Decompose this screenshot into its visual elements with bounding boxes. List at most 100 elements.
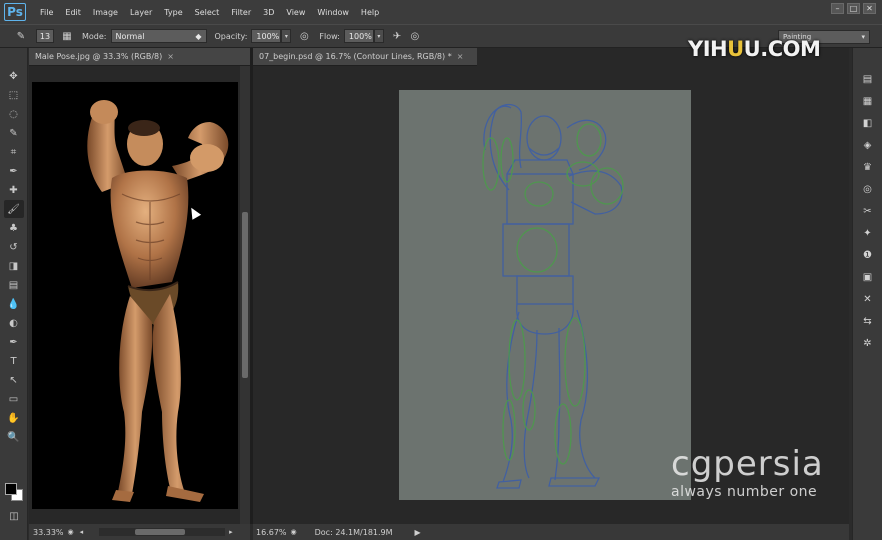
- watermark-yihuu: YIHUU.COM: [688, 37, 821, 61]
- contour-lines-sketch: [482, 103, 624, 489]
- info-icon[interactable]: ❶: [858, 246, 878, 264]
- tools-panel: ✥ ⬚ ◌ ✎ ⌗ ✒ ✚ 🖌 ♣ ↺ ◨ ▤ 💧 ◐ ✒ T ↖ ▭ ✋ 🔍 …: [0, 48, 28, 540]
- gradient-icon[interactable]: ▤: [4, 276, 24, 294]
- menu-filter[interactable]: Filter: [225, 8, 257, 17]
- foreground-color-swatch[interactable]: [5, 483, 17, 495]
- settings-icon[interactable]: ✲: [858, 334, 878, 352]
- flow-group: Flow: 100% ▾: [319, 29, 384, 43]
- brush-panel-icon[interactable]: ▦: [60, 29, 74, 43]
- blur-icon[interactable]: 💧: [4, 295, 24, 313]
- scrollbar-thumb[interactable]: [135, 529, 186, 535]
- menu-type[interactable]: Type: [158, 8, 188, 17]
- flow-input[interactable]: 100%: [343, 29, 374, 43]
- opacity-dropdown-icon[interactable]: ▾: [281, 29, 292, 43]
- sketch-canvas[interactable]: [399, 90, 691, 500]
- styles-icon[interactable]: ✦: [858, 224, 878, 242]
- tool-presets-icon[interactable]: ✕: [858, 290, 878, 308]
- info-icon[interactable]: ◉: [291, 528, 297, 536]
- airbrush-icon[interactable]: ✈: [390, 29, 404, 43]
- menu-edit[interactable]: Edit: [59, 8, 87, 17]
- type-icon[interactable]: T: [4, 352, 24, 370]
- menu-file[interactable]: File: [34, 8, 59, 17]
- status-bar-07-begin: 16.67% ◉ Doc: 24.1M/181.9M ▶: [253, 524, 849, 540]
- quick-select-icon[interactable]: ✎: [4, 124, 24, 142]
- status-menu-arrow-icon[interactable]: ▶: [415, 528, 421, 537]
- brush-size-picker[interactable]: 13: [36, 29, 54, 43]
- quick-mask-icon[interactable]: ◫: [4, 507, 24, 525]
- watermark-cgpersia: cgpersia always number one: [671, 446, 824, 500]
- flow-dropdown-icon[interactable]: ▾: [373, 29, 384, 43]
- document-tab-male-pose[interactable]: Male Pose.jpg @ 33.3% (RGB/8) ×: [29, 48, 250, 66]
- right-panel-dock: ▤ ▦ ◧ ◈ ♛ ◎ ✂ ✦ ❶ ▣ ✕ ⇆ ✲: [852, 48, 882, 540]
- menu-image[interactable]: Image: [87, 8, 124, 17]
- zoom-level[interactable]: 16.67%: [256, 528, 287, 537]
- marquee-icon[interactable]: ⬚: [4, 86, 24, 104]
- bodybuilder-photo: [87, 100, 229, 502]
- swatches-icon[interactable]: ◧: [858, 114, 878, 132]
- brush-tool-preset-icon[interactable]: ✎: [14, 29, 28, 43]
- paths-icon[interactable]: ⇆: [858, 312, 878, 330]
- document-tab-title: 07_begin.psd @ 16.7% (Contour Lines, RGB…: [259, 52, 452, 61]
- brush-icon[interactable]: 🖌: [3, 200, 24, 218]
- pressure-size-icon[interactable]: ◎: [408, 29, 422, 43]
- document-tab-07-begin[interactable]: 07_begin.psd @ 16.7% (Contour Lines, RGB…: [253, 48, 477, 66]
- panel-icon[interactable]: ▦: [858, 92, 878, 110]
- watermark-brand: cgpersia: [671, 444, 824, 484]
- hand-icon[interactable]: ✋: [4, 409, 24, 427]
- document-tab-title: Male Pose.jpg @ 33.3% (RGB/8): [35, 52, 163, 61]
- minimize-button[interactable]: –: [831, 3, 844, 14]
- pressure-opacity-icon[interactable]: ◎: [297, 29, 311, 43]
- menu-view[interactable]: View: [280, 8, 311, 17]
- menu-help[interactable]: Help: [355, 8, 385, 17]
- brush-presets-icon[interactable]: ♛: [858, 158, 878, 176]
- path-select-icon[interactable]: ↖: [4, 371, 24, 389]
- pen-icon[interactable]: ✒: [4, 333, 24, 351]
- zoom-icon[interactable]: 🔍: [4, 428, 24, 446]
- mode-select[interactable]: Normal ◆: [110, 29, 207, 43]
- dodge-icon[interactable]: ◐: [4, 314, 24, 332]
- menu-items: File Edit Image Layer Type Select Filter…: [34, 8, 385, 17]
- shape-icon[interactable]: ▭: [4, 390, 24, 408]
- history-brush-icon[interactable]: ↺: [4, 238, 24, 256]
- close-icon[interactable]: ×: [457, 52, 464, 61]
- status-bar-male-pose: 33.33% ◉ ◂ ▸: [29, 524, 250, 540]
- eyedropper-icon[interactable]: ✒: [4, 162, 24, 180]
- transform-icon[interactable]: ✂: [858, 202, 878, 220]
- close-icon[interactable]: ×: [167, 52, 174, 61]
- scrollbar-thumb[interactable]: [242, 212, 248, 378]
- info-icon[interactable]: ◉: [68, 528, 74, 536]
- opacity-input[interactable]: 100%: [251, 29, 282, 43]
- panel-icon[interactable]: ▤: [858, 70, 878, 88]
- menu-bar: Ps File Edit Image Layer Type Select Fil…: [0, 0, 882, 24]
- menu-layer[interactable]: Layer: [124, 8, 158, 17]
- mode-value: Normal: [115, 31, 145, 41]
- mode-label: Mode:: [82, 31, 107, 41]
- move-icon[interactable]: ✥: [4, 67, 24, 85]
- lasso-icon[interactable]: ◌: [4, 105, 24, 123]
- watermark-tagline: always number one: [671, 484, 818, 500]
- photoshop-logo: Ps: [4, 3, 26, 21]
- brush-size-value[interactable]: 13: [36, 29, 54, 43]
- character-icon[interactable]: ▣: [858, 268, 878, 286]
- scroll-left-icon[interactable]: ◂: [80, 528, 84, 536]
- reference-photo-canvas[interactable]: [32, 82, 238, 509]
- menu-3d[interactable]: 3D: [257, 8, 280, 17]
- adjustments-icon[interactable]: ◎: [858, 180, 878, 198]
- chevron-down-icon: ▾: [861, 33, 865, 41]
- scroll-right-icon[interactable]: ▸: [229, 528, 233, 536]
- vertical-scrollbar[interactable]: [240, 66, 250, 524]
- eraser-icon[interactable]: ◨: [4, 257, 24, 275]
- stamp-icon[interactable]: ♣: [4, 219, 24, 237]
- crop-icon[interactable]: ⌗: [4, 143, 24, 161]
- maximize-button[interactable]: □: [847, 3, 860, 14]
- layers-icon[interactable]: ◈: [858, 136, 878, 154]
- healing-icon[interactable]: ✚: [4, 181, 24, 199]
- horizontal-scrollbar[interactable]: [99, 528, 226, 536]
- zoom-level[interactable]: 33.33%: [33, 528, 64, 537]
- menu-window[interactable]: Window: [311, 8, 355, 17]
- menu-select[interactable]: Select: [189, 8, 226, 17]
- opacity-group: Opacity: 100% ▾: [215, 29, 292, 43]
- watermark-part: YIH: [688, 37, 728, 61]
- close-button[interactable]: ✕: [863, 3, 876, 14]
- watermark-part: U.COM: [743, 37, 821, 61]
